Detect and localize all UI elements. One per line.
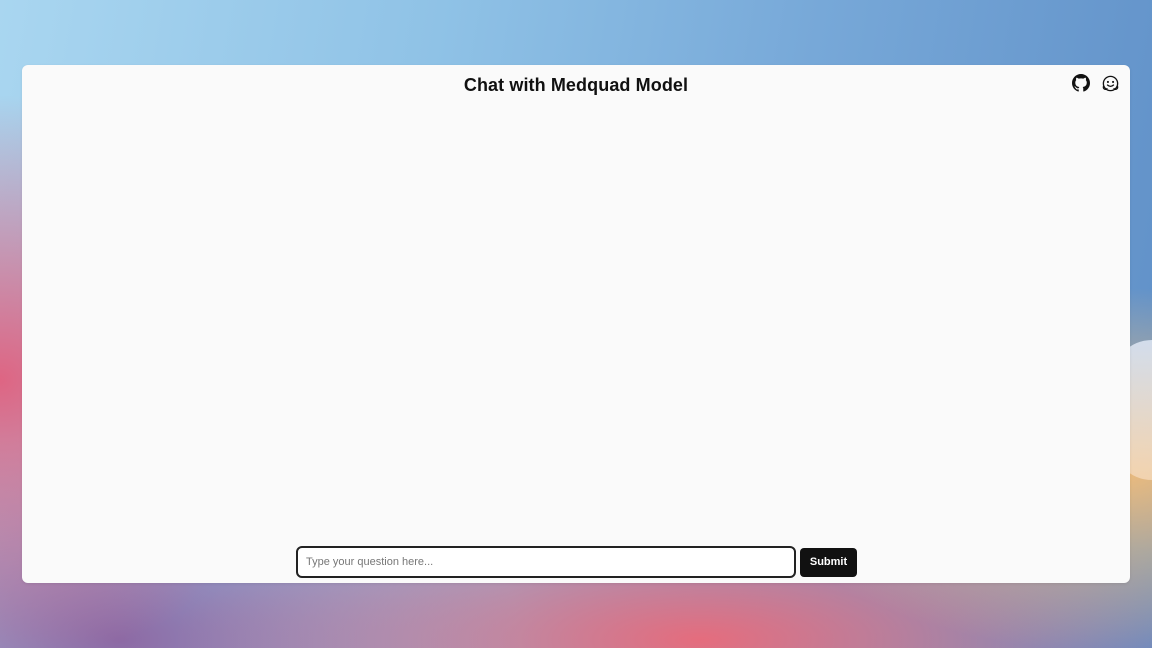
app-window: Chat with Medquad Model Submit [22,65,1130,583]
question-input[interactable] [296,546,796,578]
huggingface-link[interactable] [1100,73,1120,93]
github-link[interactable] [1071,73,1091,93]
header-icon-bar [1071,73,1120,93]
page-title: Chat with Medquad Model [463,75,689,95]
huggingface-icon [1102,75,1118,91]
github-icon [1072,74,1090,92]
chat-composer: Submit [296,546,857,578]
submit-button[interactable]: Submit [800,547,857,577]
